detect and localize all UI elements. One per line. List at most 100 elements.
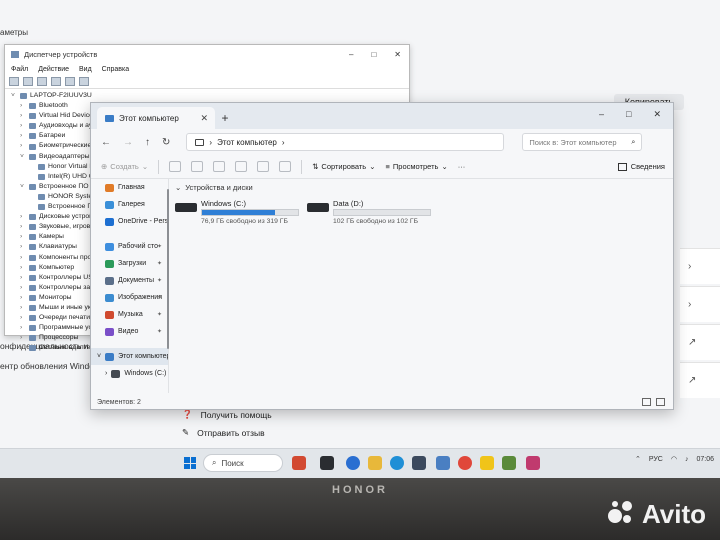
chevron-right-icon[interactable]: › <box>20 212 26 222</box>
breadcrumb[interactable]: Этот компьютер <box>217 138 277 147</box>
chevron-right-icon[interactable]: › <box>20 121 26 131</box>
taskbar-search[interactable]: ⌕ Поиск <box>203 454 283 472</box>
chevron-right-icon[interactable]: › <box>20 273 26 283</box>
help-icon[interactable] <box>51 77 61 86</box>
forward-icon[interactable] <box>23 77 33 86</box>
more-button[interactable]: ··· <box>458 162 466 171</box>
chevron-right-icon[interactable]: › <box>20 232 26 242</box>
up-arrow-icon[interactable]: ↑ <box>145 137 150 148</box>
menu-action[interactable]: Действие <box>38 66 69 73</box>
search-input[interactable]: Поиск в: Этот компьютер ⌕ <box>522 133 643 151</box>
back-icon[interactable] <box>9 77 19 86</box>
edge-icon[interactable] <box>390 456 404 470</box>
maximize-icon[interactable]: □ <box>626 109 631 120</box>
chevron-right-icon[interactable]: › <box>20 333 26 343</box>
minimize-icon[interactable]: – <box>599 109 604 120</box>
tab-this-pc[interactable]: Этот компьютер ✕ <box>97 107 215 129</box>
details-view-icon[interactable] <box>642 398 651 406</box>
new-tab-button[interactable]: + <box>215 107 235 129</box>
chevron-right-icon[interactable]: › <box>20 101 26 111</box>
maximize-icon[interactable]: □ <box>371 50 376 59</box>
chevron-right-icon[interactable]: › <box>20 141 26 151</box>
nav-item[interactable]: Музыка ✦ <box>91 306 168 323</box>
chevron-up-icon[interactable]: ⌃ <box>635 455 641 463</box>
get-help-link[interactable]: ❓ Получить помощь <box>182 409 272 420</box>
monitor-icon[interactable] <box>79 77 89 86</box>
chevron-right-icon[interactable]: › <box>20 242 26 252</box>
details-button[interactable]: Сведения <box>617 162 665 171</box>
nav-item[interactable]: Рабочий сто ✦ <box>91 238 168 255</box>
nav-item[interactable]: Документы ✦ <box>91 272 168 289</box>
nav-item[interactable]: Загрузки ✦ <box>91 255 168 272</box>
chevron-right-icon[interactable]: › <box>20 263 26 273</box>
settings-row-3[interactable]: ↗ <box>680 324 720 360</box>
chevron-right-icon[interactable]: › <box>20 111 26 121</box>
file-explorer-window[interactable]: Этот компьютер ✕ + – □ ✕ ← → ↑ ↻ › Этот … <box>90 102 674 410</box>
app-icon[interactable] <box>526 456 540 470</box>
chevron-down-icon[interactable]: ˅ <box>97 353 101 360</box>
app-icon[interactable] <box>480 456 494 470</box>
paste-icon[interactable] <box>213 161 226 172</box>
devices-group-header[interactable]: ⌄ Устройства и диски <box>175 183 665 192</box>
chevron-right-icon[interactable]: › <box>20 131 26 141</box>
start-button[interactable] <box>184 457 196 469</box>
chevron-right-icon[interactable]: › <box>20 323 26 333</box>
chevron-right-icon[interactable]: ˅ <box>11 91 17 101</box>
nav-item[interactable]: Изображения ✦ <box>91 289 168 306</box>
chat-icon[interactable] <box>346 456 360 470</box>
settings-row-2[interactable]: › <box>680 286 720 322</box>
folder-icon[interactable] <box>368 456 382 470</box>
rename-icon[interactable] <box>235 161 248 172</box>
drive-c[interactable]: Windows (C:) 76,9 ГБ свободно из 319 ГБ <box>175 199 299 229</box>
menu-view[interactable]: Вид <box>79 66 92 73</box>
chevron-right-icon[interactable]: › <box>20 222 26 232</box>
wifi-icon[interactable]: ◠ <box>671 455 677 463</box>
chevron-right-icon[interactable]: › <box>20 303 26 313</box>
cut-icon[interactable] <box>169 161 182 172</box>
nav-item[interactable]: ˅ Этот компьютер <box>91 348 168 365</box>
tiles-view-icon[interactable] <box>656 398 665 406</box>
share-icon[interactable] <box>257 161 270 172</box>
chevron-down-icon[interactable]: ˅ <box>20 182 26 192</box>
close-icon[interactable]: ✕ <box>394 50 401 59</box>
clock[interactable]: 07:06 <box>696 456 714 463</box>
windows-update-link[interactable]: ентр обновления Windows <box>0 361 104 371</box>
chevron-right-icon[interactable]: › <box>20 343 26 353</box>
chevron-right-icon[interactable]: › <box>105 370 107 377</box>
nav-item[interactable]: Галерея <box>91 196 168 213</box>
menu-help[interactable]: Справка <box>102 66 129 73</box>
app-icon[interactable] <box>292 456 306 470</box>
nav-item[interactable]: › Windows (C:) <box>91 365 168 382</box>
sort-button[interactable]: ⇅ Сортировать ⌄ <box>312 162 375 171</box>
view-button[interactable]: ≡ Просмотреть ⌄ <box>386 162 448 171</box>
language-indicator[interactable]: РУС <box>649 456 663 463</box>
chevron-right-icon[interactable]: › <box>20 313 26 323</box>
settings-gear-icon[interactable] <box>502 456 516 470</box>
store-icon[interactable] <box>412 456 426 470</box>
menu-file[interactable]: Файл <box>11 66 28 73</box>
chevron-right-icon[interactable]: › <box>20 283 26 293</box>
nav-scrollbar[interactable] <box>167 189 169 349</box>
task-view-icon[interactable] <box>320 456 334 470</box>
yandex-icon[interactable] <box>458 456 472 470</box>
settings-row-1[interactable]: › <box>680 248 720 284</box>
chevron-right-icon[interactable]: › <box>20 253 26 263</box>
back-arrow-icon[interactable]: ← <box>101 137 111 148</box>
copy-icon[interactable] <box>191 161 204 172</box>
close-icon[interactable]: ✕ <box>653 109 661 120</box>
nav-item[interactable]: Главная <box>91 179 168 196</box>
update-driver-icon[interactable] <box>65 77 75 86</box>
chevron-right-icon[interactable]: › <box>20 293 26 303</box>
nav-item[interactable]: Видео ✦ <box>91 323 168 340</box>
refresh-icon[interactable]: ↻ <box>162 137 170 148</box>
minimize-icon[interactable]: – <box>349 50 353 59</box>
volume-icon[interactable]: ♪ <box>685 456 689 463</box>
nav-item[interactable]: OneDrive - Perso <box>91 213 168 230</box>
chevron-down-icon[interactable]: ˅ <box>20 152 26 162</box>
settings-row-4[interactable]: ↗ <box>680 362 720 398</box>
close-tab-icon[interactable]: ✕ <box>200 113 208 124</box>
address-bar[interactable]: › Этот компьютер › <box>186 133 505 151</box>
create-button[interactable]: ⊕ Создать ⌄ <box>101 162 148 171</box>
drive-d[interactable]: Data (D:) 102 ГБ свободно из 102 ГБ <box>307 199 431 229</box>
delete-icon[interactable] <box>279 161 292 172</box>
